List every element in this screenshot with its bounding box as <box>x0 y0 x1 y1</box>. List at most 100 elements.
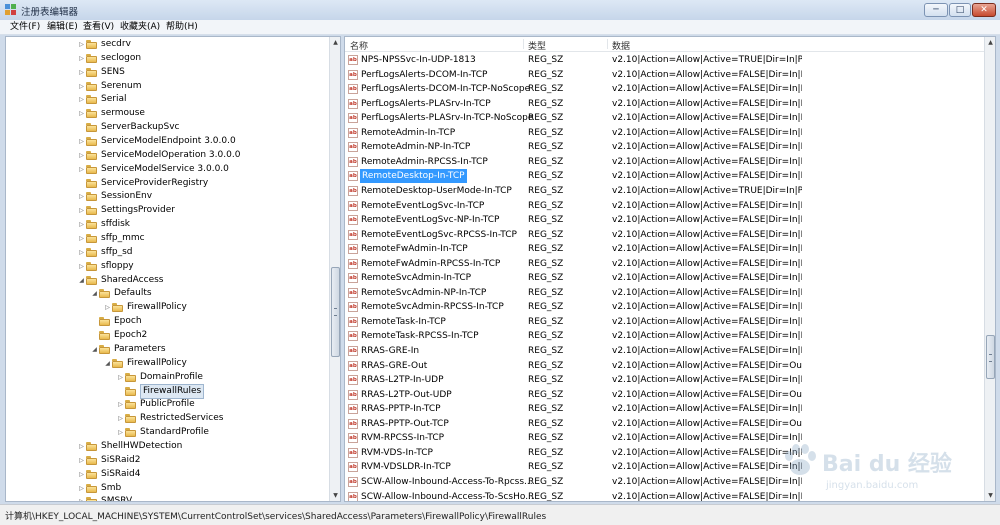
expand-arrow-icon[interactable]: ▷ <box>117 412 124 425</box>
list-row[interactable]: ab PerfLogsAlerts-PLASrv-In-TCP-NoScope RE… <box>345 111 985 125</box>
value-type: REG_SZ <box>528 287 564 298</box>
expand-arrow-icon[interactable]: ▷ <box>78 107 85 120</box>
expand-arrow-icon[interactable]: ▷ <box>78 454 85 467</box>
values-list-pane[interactable]: 名称 类型 数据 ab NPS-NPSSvc-In-UDP-1813 REG_SZ v… <box>344 36 996 502</box>
list-row[interactable]: ab PerfLogsAlerts-DCOM-In-TCP REG_SZ v2.10|… <box>345 68 985 82</box>
key-tree-pane[interactable]: ▷ secdrv ▷ seclogon ▷ SENS ▷ Serenum ▷ Serial ▷ ser… <box>5 36 341 502</box>
expand-arrow-icon[interactable]: ▷ <box>78 149 85 162</box>
scroll-up-icon[interactable]: ▲ <box>330 37 340 48</box>
expand-arrow-icon[interactable]: ▷ <box>78 218 85 231</box>
tree-item-label: sffp_sd <box>101 246 133 257</box>
value-type: REG_SZ <box>528 433 564 444</box>
column-divider[interactable] <box>607 39 608 49</box>
collapse-arrow-icon[interactable]: ◢ <box>104 357 111 370</box>
expand-arrow-icon[interactable]: ▷ <box>117 371 124 384</box>
string-value-icon: ab <box>348 418 358 429</box>
list-row[interactable]: ab RemoteDesktop-In-TCP REG_SZ v2.10|Action… <box>345 169 985 184</box>
column-header-data[interactable]: 数据 <box>612 39 630 52</box>
value-data: v2.10|Action=Allow|Active=FALSE|Dir=In|P… <box>612 69 802 80</box>
collapse-arrow-icon[interactable]: ◢ <box>78 274 85 287</box>
list-row[interactable]: ab RemoteAdmin-In-TCP REG_SZ v2.10|Action=A… <box>345 126 985 140</box>
value-name: RVM-RPCSS-In-TCP <box>361 433 445 444</box>
expand-arrow-icon[interactable]: ▷ <box>78 163 85 176</box>
menu-file[interactable]: 文件(F) <box>10 21 40 33</box>
list-row[interactable]: ab RemoteAdmin-NP-In-TCP REG_SZ v2.10|Actio… <box>345 140 985 154</box>
expand-arrow-icon[interactable]: ▷ <box>78 66 85 79</box>
scroll-thumb[interactable] <box>986 335 995 379</box>
value-name: RRAS-GRE-Out <box>361 360 428 371</box>
value-type: REG_SZ <box>528 200 564 211</box>
expand-arrow-icon[interactable]: ▷ <box>78 468 85 481</box>
expand-arrow-icon[interactable]: ▷ <box>78 135 85 148</box>
value-name: RemoteEventLogSvc-NP-In-TCP <box>361 215 500 226</box>
list-vertical-scrollbar[interactable]: ▲ ▼ <box>984 37 995 501</box>
tree-item-label: sffp_mmc <box>101 233 145 244</box>
menu-edit[interactable]: 编辑(E) <box>47 21 78 33</box>
expand-arrow-icon[interactable]: ▷ <box>78 38 85 51</box>
expand-arrow-icon[interactable]: ▷ <box>78 440 85 453</box>
scroll-up-icon[interactable]: ▲ <box>985 37 995 48</box>
string-value-icon: ab <box>348 287 358 298</box>
expand-arrow-icon[interactable]: ▷ <box>78 482 85 495</box>
scroll-down-icon[interactable]: ▼ <box>985 490 995 501</box>
expand-arrow-icon[interactable]: ▷ <box>78 495 85 501</box>
expand-arrow-icon[interactable]: ▷ <box>104 301 111 314</box>
menu-favorites[interactable]: 收藏夹(A) <box>120 21 160 33</box>
collapse-arrow-icon[interactable]: ◢ <box>91 287 98 300</box>
list-row[interactable]: ab RemoteSvcAdmin-NP-In-TCP REG_SZ v2.10|Ac… <box>345 286 985 300</box>
menu-help[interactable]: 帮助(H) <box>166 21 198 33</box>
collapse-arrow-icon[interactable]: ◢ <box>91 343 98 356</box>
list-row[interactable]: ab RemoteTask-RPCSS-In-TCP REG_SZ v2.10|Act… <box>345 329 985 343</box>
value-name: RemoteFwAdmin-In-TCP <box>361 244 468 255</box>
list-row[interactable]: ab RRAS-PPTP-In-TCP REG_SZ v2.10|Action=All… <box>345 402 985 416</box>
value-name: RemoteAdmin-In-TCP <box>361 127 456 138</box>
list-row[interactable]: ab RRAS-GRE-Out REG_SZ v2.10|Action=Allow|A… <box>345 359 985 373</box>
column-divider[interactable] <box>523 39 524 49</box>
scroll-down-icon[interactable]: ▼ <box>330 490 340 501</box>
menu-view[interactable]: 查看(V) <box>83 21 114 33</box>
list-row[interactable]: ab RRAS-PPTP-Out-TCP REG_SZ v2.10|Action=Al… <box>345 417 985 431</box>
value-name: RemoteSvcAdmin-RPCSS-In-TCP <box>361 302 504 313</box>
expand-arrow-icon[interactable]: ▷ <box>117 398 124 411</box>
list-row[interactable]: ab RemoteEventLogSvc-NP-In-TCP REG_SZ v2.10… <box>345 213 985 227</box>
value-type: REG_SZ <box>528 346 564 356</box>
list-row[interactable]: ab RemoteEventLogSvc-In-TCP REG_SZ v2.10|Ac… <box>345 199 985 213</box>
column-header-name[interactable]: 名称 <box>350 39 368 52</box>
scroll-thumb[interactable] <box>331 267 340 357</box>
list-row[interactable]: ab RemoteFwAdmin-RPCSS-In-TCP REG_SZ v2.10|… <box>345 257 985 271</box>
expand-arrow-icon[interactable]: ▷ <box>117 426 124 439</box>
expand-arrow-icon[interactable]: ▷ <box>78 260 85 273</box>
list-row[interactable]: ab RemoteFwAdmin-In-TCP REG_SZ v2.10|Action… <box>345 242 985 256</box>
tree-item-label: ServiceModelService 3.0.0.0 <box>101 163 229 174</box>
expand-arrow-icon[interactable]: ▷ <box>78 93 85 106</box>
list-row[interactable]: ab RRAS-GRE-In REG_SZ v2.10|Action=Allow|Ac… <box>345 344 985 358</box>
maximize-button[interactable]: □ <box>949 3 971 17</box>
value-type: REG_SZ <box>528 113 564 124</box>
list-row[interactable]: ab RemoteEventLogSvc-RPCSS-In-TCP REG_SZ v2… <box>345 228 985 242</box>
list-row[interactable]: ab RRAS-L2TP-Out-UDP REG_SZ v2.10|Action=Al… <box>345 388 985 402</box>
list-row[interactable]: ab RemoteSvcAdmin-In-TCP REG_SZ v2.10|Actio… <box>345 271 985 285</box>
expand-arrow-icon[interactable]: ▷ <box>78 80 85 93</box>
expand-arrow-icon[interactable]: ▷ <box>78 232 85 245</box>
list-row[interactable]: ab RemoteSvcAdmin-RPCSS-In-TCP REG_SZ v2.10… <box>345 300 985 314</box>
column-header-type[interactable]: 类型 <box>528 39 546 52</box>
list-row[interactable]: ab RemoteDesktop-UserMode-In-TCP REG_SZ v2.… <box>345 184 985 198</box>
tree-item-label: Epoch <box>114 316 142 327</box>
value-type: REG_SZ <box>528 84 564 95</box>
list-row[interactable]: ab RRAS-L2TP-In-UDP REG_SZ v2.10|Action=All… <box>345 373 985 387</box>
expand-arrow-icon[interactable]: ▷ <box>78 246 85 259</box>
list-row[interactable]: ab RemoteTask-In-TCP REG_SZ v2.10|Action=Al… <box>345 315 985 329</box>
list-row[interactable]: ab NPS-NPSSvc-In-UDP-1813 REG_SZ v2.10|Acti… <box>345 53 985 67</box>
expand-arrow-icon[interactable]: ▷ <box>78 52 85 65</box>
list-row[interactable]: ab PerfLogsAlerts-DCOM-In-TCP-NoScope REG_… <box>345 82 985 96</box>
window-title: 注册表编辑器 <box>21 7 79 18</box>
list-row[interactable]: ab RemoteAdmin-RPCSS-In-TCP REG_SZ v2.10|Ac… <box>345 155 985 169</box>
minimize-button[interactable]: ─ <box>924 3 948 17</box>
list-row[interactable]: ab PerfLogsAlerts-PLASrv-In-TCP REG_SZ v2.1… <box>345 97 985 111</box>
expand-arrow-icon[interactable]: ▷ <box>78 204 85 217</box>
close-button[interactable]: ✕ <box>972 3 996 17</box>
folder-icon <box>99 289 110 299</box>
expand-arrow-icon[interactable]: ▷ <box>78 190 85 203</box>
value-type: REG_SZ <box>528 491 564 502</box>
tree-vertical-scrollbar[interactable]: ▲ ▼ <box>329 37 340 501</box>
